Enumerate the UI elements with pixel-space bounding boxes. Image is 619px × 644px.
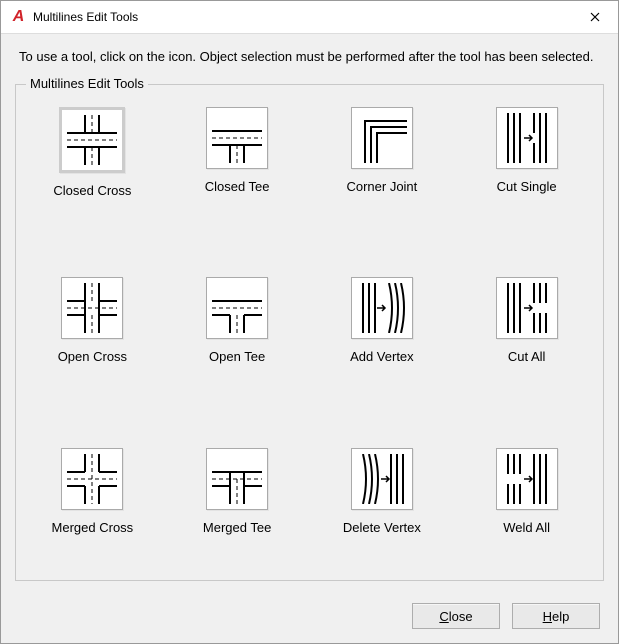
dialog-multilines-edit-tools: A Multilines Edit Tools To use a tool, c… [0, 0, 619, 644]
tool-open-tee[interactable]: Open Tee [179, 277, 296, 399]
help-button[interactable]: Help [512, 603, 600, 629]
tool-cut-single[interactable]: Cut Single [468, 107, 585, 229]
tool-closed-tee[interactable]: Closed Tee [179, 107, 296, 229]
tool-label: Merged Cross [52, 520, 134, 535]
cut-all-icon [496, 277, 558, 339]
tool-cut-all[interactable]: Cut All [468, 277, 585, 399]
open-tee-icon [206, 277, 268, 339]
weld-all-icon [496, 448, 558, 510]
tool-weld-all[interactable]: Weld All [468, 448, 585, 570]
tool-label: Closed Cross [53, 183, 131, 198]
tool-delete-vertex[interactable]: Delete Vertex [324, 448, 441, 570]
app-icon: A [9, 8, 27, 26]
tool-add-vertex[interactable]: Add Vertex [324, 277, 441, 399]
tool-label: Open Cross [58, 349, 127, 364]
close-icon[interactable] [572, 1, 618, 33]
corner-joint-icon [351, 107, 413, 169]
cut-single-icon [496, 107, 558, 169]
tool-label: Corner Joint [346, 179, 417, 194]
mnemonic: C [439, 609, 448, 624]
tool-merged-tee[interactable]: Merged Tee [179, 448, 296, 570]
open-cross-icon [61, 277, 123, 339]
mnemonic: H [543, 609, 552, 624]
tool-closed-cross[interactable]: Closed Cross [34, 107, 151, 229]
tool-label: Closed Tee [205, 179, 270, 194]
tool-corner-joint[interactable]: Corner Joint [324, 107, 441, 229]
tool-label: Merged Tee [203, 520, 271, 535]
tool-label: Weld All [503, 520, 550, 535]
delete-vertex-icon [351, 448, 413, 510]
close-button[interactable]: Close [412, 603, 500, 629]
button-bar: Close Help [1, 593, 618, 643]
tools-panel: Multilines Edit Tools [15, 84, 604, 581]
tool-label: Add Vertex [350, 349, 414, 364]
panel-legend: Multilines Edit Tools [26, 76, 148, 91]
add-vertex-icon [351, 277, 413, 339]
tool-label: Cut Single [497, 179, 557, 194]
tool-label: Delete Vertex [343, 520, 421, 535]
closed-cross-icon [59, 107, 125, 173]
btn-rest: lose [449, 609, 473, 624]
tool-merged-cross[interactable]: Merged Cross [34, 448, 151, 570]
closed-tee-icon [206, 107, 268, 169]
tool-label: Open Tee [209, 349, 265, 364]
titlebar: A Multilines Edit Tools [1, 1, 618, 34]
merged-cross-icon [61, 448, 123, 510]
window-title: Multilines Edit Tools [33, 10, 572, 24]
merged-tee-icon [206, 448, 268, 510]
tool-label: Cut All [508, 349, 546, 364]
btn-rest: elp [552, 609, 569, 624]
tool-open-cross[interactable]: Open Cross [34, 277, 151, 399]
instruction-text: To use a tool, click on the icon. Object… [1, 34, 618, 76]
tools-grid: Closed Cross Closed Tee [34, 99, 585, 570]
